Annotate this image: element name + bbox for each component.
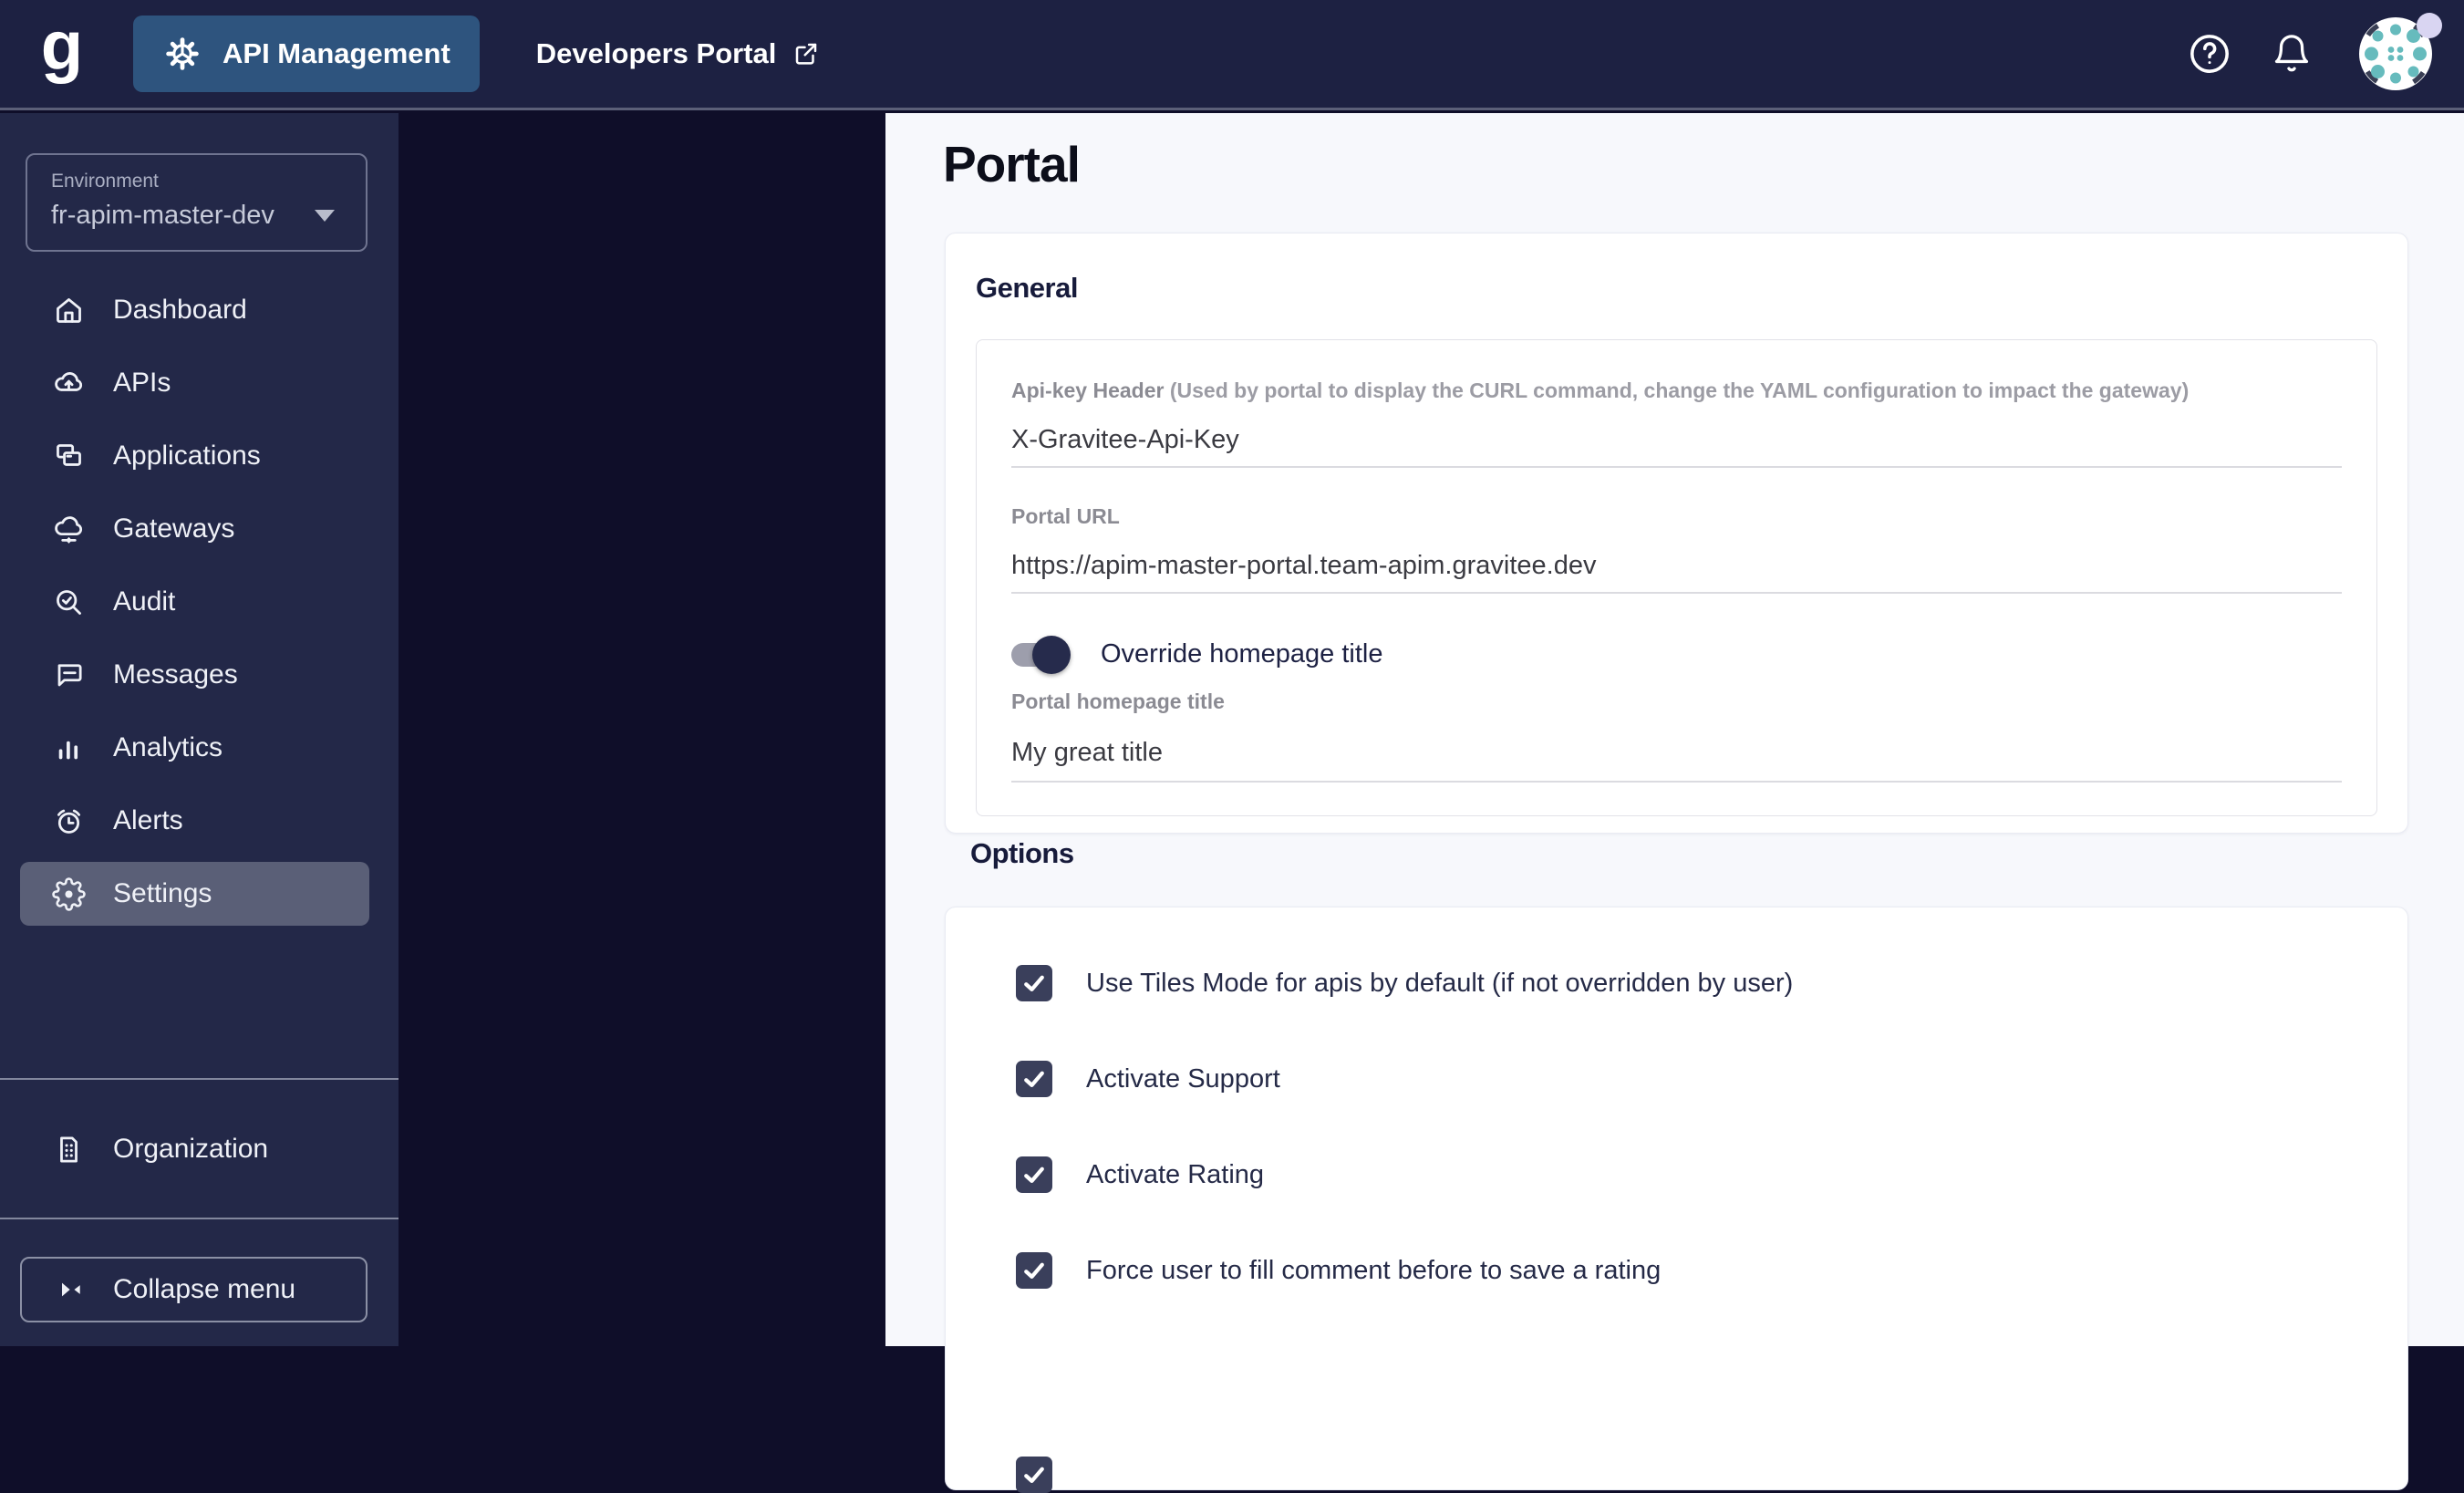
api-management-button[interactable]: API Management <box>133 16 480 92</box>
check-icon <box>1024 1166 1044 1183</box>
portal-url-label: Portal URL <box>1011 504 1120 528</box>
options-card: Use Tiles Mode for apis by default (if n… <box>945 907 2408 1493</box>
sidebar-item-label: Gateways <box>113 513 235 544</box>
option-row-activate-rating: Activate Rating <box>1016 1156 1264 1193</box>
check-icon <box>1024 1467 1044 1483</box>
check-icon <box>1024 975 1044 991</box>
portal-url-input[interactable]: https://apim-master-portal.team-apim.gra… <box>1011 551 2342 594</box>
option-row-activate-support: Activate Support <box>1016 1061 1280 1097</box>
sidebar-item-apis[interactable]: APIs <box>0 347 399 420</box>
portal-url-field: Portal URL https://apim-master-portal.te… <box>1011 504 2342 594</box>
collapse-menu-button[interactable]: Collapse menu <box>20 1257 368 1322</box>
external-link-icon <box>792 40 820 67</box>
checkbox-force-comment[interactable] <box>1016 1252 1052 1289</box>
options-heading: Options <box>970 837 1074 869</box>
environment-label: Environment <box>51 171 159 192</box>
general-form-box: Api-key Header (Used by portal to displa… <box>976 339 2377 816</box>
submenu-panel <box>399 113 885 1346</box>
override-homepage-label: Override homepage title <box>1101 639 1383 669</box>
option-row-partial <box>1016 1457 1086 1493</box>
search-check-icon <box>52 586 86 619</box>
option-row-force-comment: Force user to fill comment before to sav… <box>1016 1252 1661 1289</box>
option-label: Force user to fill comment before to sav… <box>1086 1255 1662 1285</box>
bar-chart-icon <box>52 731 86 765</box>
sidebar-item-alerts[interactable]: Alerts <box>0 784 399 857</box>
sidebar-divider <box>0 1218 399 1219</box>
organization-icon <box>52 1133 86 1166</box>
homepage-title-label: Portal homepage title <box>1011 689 1225 713</box>
api-management-label: API Management <box>223 37 450 69</box>
collapse-icon <box>57 1275 86 1304</box>
sidebar-item-analytics[interactable]: Analytics <box>0 711 399 784</box>
top-bar: g API Management Developers Portal <box>0 0 2464 110</box>
option-label: Activate Rating <box>1086 1159 1265 1189</box>
sidebar-item-label: Organization <box>113 1134 269 1164</box>
sidebar-item-label: Settings <box>113 878 212 908</box>
home-icon <box>52 294 86 327</box>
sidebar-item-gateways[interactable]: Gateways <box>0 492 399 565</box>
sidebar-item-messages[interactable]: Messages <box>0 638 399 711</box>
gravitee-logo: g <box>40 7 84 86</box>
sidebar-item-label: APIs <box>113 368 171 398</box>
app-window: g API Management Developers Portal Envir… <box>0 0 2464 1493</box>
help-button[interactable] <box>2187 31 2232 77</box>
applications-icon <box>52 440 86 473</box>
help-icon <box>2190 35 2229 73</box>
check-icon <box>1024 1071 1044 1087</box>
option-label: Activate Support <box>1086 1063 1280 1094</box>
check-icon <box>1024 1262 1044 1279</box>
environment-value: fr-apim-master-dev <box>51 201 274 230</box>
cloud-gateway-icon <box>52 513 86 546</box>
option-label: Use Tiles Mode for apis by default (if n… <box>1086 968 1794 998</box>
sidebar-item-label: Audit <box>113 586 176 617</box>
option-row-tiles-mode: Use Tiles Mode for apis by default (if n… <box>1016 965 1793 1001</box>
toggle-knob <box>1032 635 1071 674</box>
general-card: General Api-key Header (Used by portal t… <box>945 233 2408 834</box>
gear-icon <box>52 876 86 911</box>
page-title: Portal <box>943 136 1081 192</box>
sidebar-item-label: Alerts <box>113 805 183 835</box>
avatar-status-badge <box>2417 13 2442 38</box>
developers-portal-label: Developers Portal <box>535 37 777 69</box>
cloud-upload-icon <box>52 367 86 400</box>
main-content: Portal General Api-key Header (Used by p… <box>885 113 2464 1493</box>
apikey-header-label: Api-key Header <box>1011 378 1165 402</box>
sidebar-item-label: Messages <box>113 659 238 689</box>
apikey-header-field: Api-key Header (Used by portal to displa… <box>1011 378 2342 468</box>
developers-portal-link[interactable]: Developers Portal <box>531 36 826 71</box>
sidebar: Environment fr-apim-master-dev Dashboard <box>0 113 399 1346</box>
sidebar-item-organization[interactable]: Organization <box>0 1113 399 1186</box>
collapse-menu-label: Collapse menu <box>113 1274 296 1304</box>
sidebar-divider <box>0 1078 399 1080</box>
bell-icon <box>2274 35 2309 72</box>
checkbox-activate-support[interactable] <box>1016 1061 1052 1097</box>
checkbox-activate-rating[interactable] <box>1016 1156 1052 1193</box>
sidebar-item-dashboard[interactable]: Dashboard <box>0 274 399 347</box>
sidebar-item-applications[interactable]: Applications <box>0 420 399 492</box>
sidebar-nav: Dashboard APIs Applications Gateways Aud… <box>0 274 399 930</box>
sidebar-item-label: Dashboard <box>113 295 247 325</box>
user-avatar[interactable] <box>2358 13 2442 91</box>
checkbox-partial[interactable] <box>1016 1457 1052 1493</box>
apikey-header-note: (Used by portal to display the CURL comm… <box>1169 378 2190 402</box>
environment-selector[interactable]: Environment fr-apim-master-dev <box>26 153 368 252</box>
apikey-header-input[interactable]: X-Gravitee-Api-Key <box>1011 425 2342 468</box>
override-homepage-row: Override homepage title <box>1011 635 2342 674</box>
message-icon <box>52 658 86 692</box>
general-heading: General <box>976 272 1078 304</box>
sidebar-item-label: Analytics <box>113 732 223 762</box>
alarm-icon <box>52 804 86 838</box>
override-homepage-toggle[interactable] <box>1011 635 1071 674</box>
sidebar-item-label: Applications <box>113 441 261 471</box>
api-management-gear-icon <box>162 34 202 74</box>
chevron-down-icon <box>315 210 335 222</box>
homepage-title-input[interactable]: My great title <box>1011 738 2342 783</box>
sidebar-item-settings[interactable]: Settings <box>20 862 369 926</box>
sidebar-item-audit[interactable]: Audit <box>0 565 399 638</box>
notifications-button[interactable] <box>2271 33 2313 75</box>
checkbox-tiles-mode[interactable] <box>1016 965 1052 1001</box>
